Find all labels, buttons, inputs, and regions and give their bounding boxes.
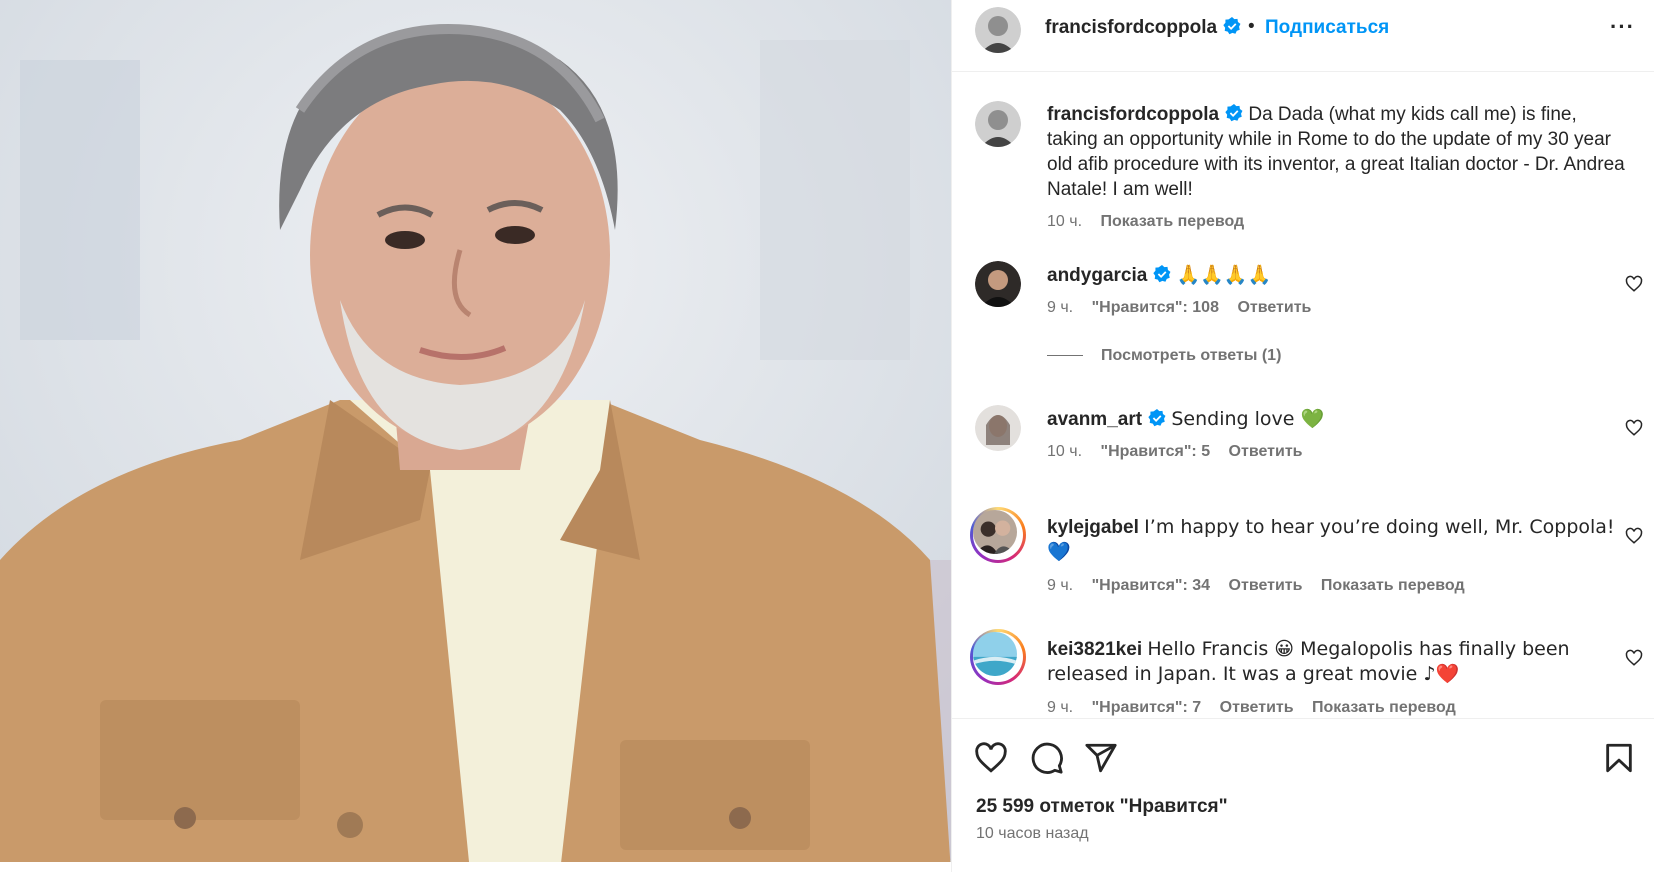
verified-icon (1148, 409, 1166, 427)
bookmark-icon[interactable] (1602, 741, 1636, 775)
comment-like-heart-icon[interactable] (1625, 419, 1643, 437)
caption-row: francisfordcoppola Da Dada (what my kids… (952, 101, 1654, 241)
caption-meta: 10 ч. Показать перевод (1047, 213, 1258, 231)
comment-likes[interactable]: "Нравится": 7 (1092, 699, 1202, 716)
comment-meta: 9 ч. "Нравится": 108 Ответить (1047, 299, 1325, 317)
comment-row: kei3821kei Hello Francis 😀 Megalopolis h… (952, 629, 1654, 718)
comment-icon[interactable] (1030, 741, 1064, 775)
share-icon[interactable] (1084, 741, 1118, 775)
caption-translate-link[interactable]: Показать перевод (1100, 213, 1244, 230)
post-photo[interactable] (0, 0, 951, 872)
comment-avatar[interactable] (975, 405, 1021, 451)
comment-avatar[interactable] (973, 632, 1017, 676)
comment-text-block: avanm_art Sending love 💚 (1047, 407, 1627, 432)
comment-row: kylejgabel I’m happy to hear you’re doin… (952, 507, 1654, 613)
comment-likes[interactable]: "Нравится": 108 (1092, 299, 1219, 316)
comment-username[interactable]: kylejgabel (1047, 517, 1139, 538)
translate-link[interactable]: Показать перевод (1321, 577, 1465, 594)
translate-link[interactable]: Показать перевод (1312, 699, 1456, 716)
caption-time[interactable]: 10 ч. (1047, 213, 1082, 230)
caption-avatar[interactable] (975, 101, 1021, 147)
post-time[interactable]: 10 часов назад (976, 825, 1089, 843)
story-ring[interactable] (970, 629, 1026, 685)
comment-username[interactable]: kei3821kei (1047, 639, 1142, 660)
comment-row: avanm_art Sending love 💚 10 ч. "Нравится… (952, 405, 1654, 475)
comment-time[interactable]: 10 ч. (1047, 443, 1082, 460)
view-replies-button[interactable]: Посмотреть ответы (1) (1047, 347, 1281, 365)
verified-icon (1153, 265, 1171, 283)
post-side-panel: francisfordcoppola • Подписаться ··· fra… (951, 0, 1654, 872)
post-header: francisfordcoppola • Подписаться ··· (952, 0, 1654, 72)
comment-likes[interactable]: "Нравится": 5 (1100, 443, 1210, 460)
author-username[interactable]: francisfordcoppola (1045, 17, 1241, 39)
comment-meta: 10 ч. "Нравится": 5 Ответить (1047, 443, 1316, 461)
comment-avatar[interactable] (973, 510, 1017, 554)
follow-button[interactable]: Подписаться (1265, 17, 1389, 39)
comment-time[interactable]: 9 ч. (1047, 299, 1073, 316)
comment-time[interactable]: 9 ч. (1047, 699, 1073, 716)
comment-likes[interactable]: "Нравится": 34 (1092, 577, 1211, 594)
heart-icon[interactable] (974, 741, 1008, 775)
caption-username[interactable]: francisfordcoppola (1047, 104, 1219, 125)
comment-meta: 9 ч. "Нравится": 34 Ответить Показать пе… (1047, 577, 1479, 595)
comment-text-block: kei3821kei Hello Francis 😀 Megalopolis h… (1047, 637, 1627, 687)
comment-like-heart-icon[interactable] (1625, 275, 1643, 293)
replies-line (1047, 355, 1083, 357)
comment-username[interactable]: avanm_art (1047, 409, 1142, 430)
comment-avatar[interactable] (975, 261, 1021, 307)
comment-username[interactable]: andygarcia (1047, 265, 1147, 286)
caption-text-block: francisfordcoppola Da Dada (what my kids… (1047, 102, 1627, 202)
more-icon[interactable]: ··· (1610, 14, 1635, 40)
comment-like-heart-icon[interactable] (1625, 527, 1643, 545)
comment-time[interactable]: 9 ч. (1047, 577, 1073, 594)
reply-button[interactable]: Ответить (1229, 443, 1303, 460)
author-username-text[interactable]: francisfordcoppola (1045, 17, 1217, 38)
comments-list[interactable]: francisfordcoppola Da Dada (what my kids… (952, 73, 1654, 718)
comment-row: andygarcia 🙏🙏🙏🙏 9 ч. "Нравится": 108 Отв… (952, 261, 1654, 371)
verified-icon (1225, 104, 1243, 122)
comment-meta: 9 ч. "Нравится": 7 Ответить Показать пер… (1047, 699, 1470, 717)
author-avatar[interactable] (975, 7, 1021, 53)
likes-count[interactable]: 25 599 отметок "Нравится" (976, 796, 1228, 818)
photo-illustration (0, 0, 951, 872)
comment-text: 🙏🙏🙏🙏 (1176, 264, 1272, 286)
comment-like-heart-icon[interactable] (1625, 649, 1643, 667)
comment-text: Sending love 💚 (1171, 408, 1325, 430)
reply-button[interactable]: Ответить (1220, 699, 1294, 716)
comment-text-block: andygarcia 🙏🙏🙏🙏 (1047, 263, 1627, 288)
post-actions: 25 599 отметок "Нравится" 10 часов назад (952, 718, 1654, 872)
verified-icon (1223, 17, 1241, 35)
view-replies-label[interactable]: Посмотреть ответы (1) (1101, 347, 1281, 364)
story-ring[interactable] (970, 507, 1026, 563)
header-separator: • (1248, 16, 1255, 37)
reply-button[interactable]: Ответить (1229, 577, 1303, 594)
comment-text-block: kylejgabel I’m happy to hear you’re doin… (1047, 515, 1627, 565)
reply-button[interactable]: Ответить (1237, 299, 1311, 316)
